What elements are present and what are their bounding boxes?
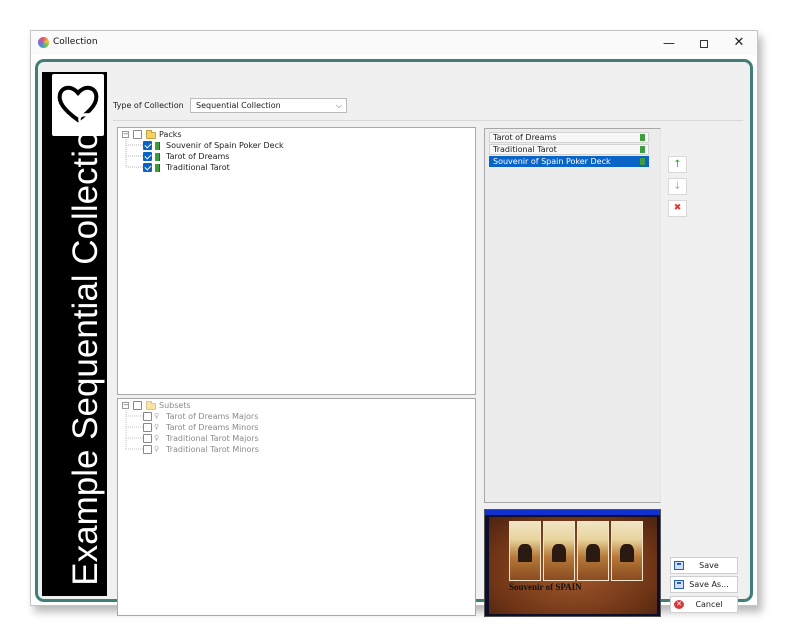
subset-item[interactable]: ♀ Traditional Tarot Majors xyxy=(143,433,343,444)
subsets-root-label: Subsets xyxy=(159,401,191,410)
separator xyxy=(113,120,743,121)
pack-item-checkbox[interactable] xyxy=(143,163,152,172)
deck-icon xyxy=(155,153,160,161)
preview-card xyxy=(509,521,541,581)
pack-item-checkbox[interactable] xyxy=(143,141,152,150)
order-list-item-label: Tarot of Dreams xyxy=(493,133,557,142)
remove-icon: ✖ xyxy=(673,203,682,213)
save-as-button-label: Save As... xyxy=(689,580,729,589)
deck-icon xyxy=(155,164,160,172)
side-banner: Example Sequential Collection xyxy=(42,72,107,596)
remove-button[interactable]: ✖ xyxy=(668,200,687,217)
pack-item[interactable]: Traditional Tarot xyxy=(143,162,343,173)
deck-preview-image: Souvenir of SPAIN xyxy=(484,509,661,617)
deck-icon xyxy=(640,158,645,165)
subsets-root-checkbox[interactable] xyxy=(133,401,142,410)
folder-icon xyxy=(146,401,156,410)
order-list-item[interactable]: Traditional Tarot xyxy=(489,144,649,155)
subset-item-checkbox[interactable] xyxy=(143,423,152,432)
subset-item-label: Tarot of Dreams Majors xyxy=(166,412,259,421)
order-list-item[interactable]: Tarot of Dreams xyxy=(489,132,649,143)
subset-item[interactable]: ♀ Tarot of Dreams Minors xyxy=(143,422,343,433)
preview-caption: Souvenir of SPAIN xyxy=(509,582,582,592)
subset-item-label: Traditional Tarot Majors xyxy=(166,434,259,443)
deck-icon xyxy=(640,134,645,141)
minimize-button[interactable]: — xyxy=(656,34,682,52)
collection-type-select[interactable]: Sequential Collection ⌵ xyxy=(190,98,347,113)
move-down-button[interactable]: ↓ xyxy=(668,178,687,195)
cancel-button[interactable]: ✕ Cancel xyxy=(670,596,738,613)
pack-order-list[interactable]: Tarot of Dreams Traditional Tarot Souven… xyxy=(484,128,661,503)
packs-root-node[interactable]: − Packs xyxy=(122,129,322,140)
save-button[interactable]: Save xyxy=(670,557,738,574)
save-as-button[interactable]: Save As... xyxy=(670,576,738,593)
cancel-button-label: Cancel xyxy=(695,600,723,609)
save-button-label: Save xyxy=(699,561,719,570)
subset-item-label: Tarot of Dreams Minors xyxy=(166,423,259,432)
pack-item-label: Tarot of Dreams xyxy=(166,152,230,161)
title-bar: Collection — ✕ xyxy=(31,31,757,55)
subset-item[interactable]: ♀ Tarot of Dreams Majors xyxy=(143,411,343,422)
packs-root-label: Packs xyxy=(159,130,182,139)
close-button[interactable]: ✕ xyxy=(726,34,752,52)
chevron-down-icon: ⌵ xyxy=(335,101,342,110)
packs-root-checkbox[interactable] xyxy=(133,130,142,139)
preview-top-bar xyxy=(485,510,660,515)
preview-board: Souvenir of SPAIN xyxy=(489,517,657,614)
collection-frame: Example Sequential Collection Type of Co… xyxy=(35,59,753,617)
pack-item-checkbox[interactable] xyxy=(143,152,152,161)
subset-item[interactable]: ♀ Traditional Tarot Minors xyxy=(143,444,343,455)
collapse-icon[interactable]: − xyxy=(122,402,129,409)
pack-item[interactable]: Souvenir of Spain Poker Deck xyxy=(143,140,343,151)
maximize-button[interactable] xyxy=(691,34,717,52)
subset-icon: ♀ xyxy=(154,445,160,453)
pack-item-label: Traditional Tarot xyxy=(166,163,230,172)
subsets-tree[interactable]: − Subsets ♀ Tarot of Dreams Majors ♀ Tar… xyxy=(117,398,476,616)
app-icon xyxy=(38,37,49,48)
deck-icon xyxy=(640,146,645,153)
folder-icon xyxy=(146,130,156,139)
subset-item-checkbox[interactable] xyxy=(143,445,152,454)
subsets-root-node[interactable]: − Subsets xyxy=(122,400,322,411)
subset-item-label: Traditional Tarot Minors xyxy=(166,445,259,454)
deck-icon xyxy=(155,142,160,150)
collection-type-label: Type of Collection xyxy=(113,101,184,110)
window-title: Collection xyxy=(53,37,98,47)
order-list-item-label: Traditional Tarot xyxy=(493,145,557,154)
banner-title: Example Sequential Collection xyxy=(66,111,105,586)
pack-item-label: Souvenir of Spain Poker Deck xyxy=(166,141,284,150)
order-list-item-label: Souvenir of Spain Poker Deck xyxy=(493,157,611,166)
maximize-icon xyxy=(700,39,708,48)
move-up-button[interactable]: ↑ xyxy=(668,156,687,173)
preview-card xyxy=(611,521,643,581)
subset-icon: ♀ xyxy=(154,434,160,442)
arrow-up-icon: ↑ xyxy=(673,159,682,170)
packs-tree[interactable]: − Packs Souvenir of Spain Poker Deck Tar… xyxy=(117,127,476,395)
subset-item-checkbox[interactable] xyxy=(143,412,152,421)
preview-card xyxy=(543,521,575,581)
collection-type-value: Sequential Collection xyxy=(196,101,281,110)
preview-card xyxy=(577,521,609,581)
subset-item-checkbox[interactable] xyxy=(143,434,152,443)
subset-icon: ♀ xyxy=(154,412,160,420)
collapse-icon[interactable]: − xyxy=(122,131,129,138)
arrow-down-icon: ↓ xyxy=(673,181,682,192)
collection-window: Collection — ✕ Example Sequential Collec… xyxy=(30,30,758,617)
order-list-item-selected[interactable]: Souvenir of Spain Poker Deck xyxy=(489,156,649,167)
pack-item[interactable]: Tarot of Dreams xyxy=(143,151,343,162)
subset-icon: ♀ xyxy=(154,423,160,431)
